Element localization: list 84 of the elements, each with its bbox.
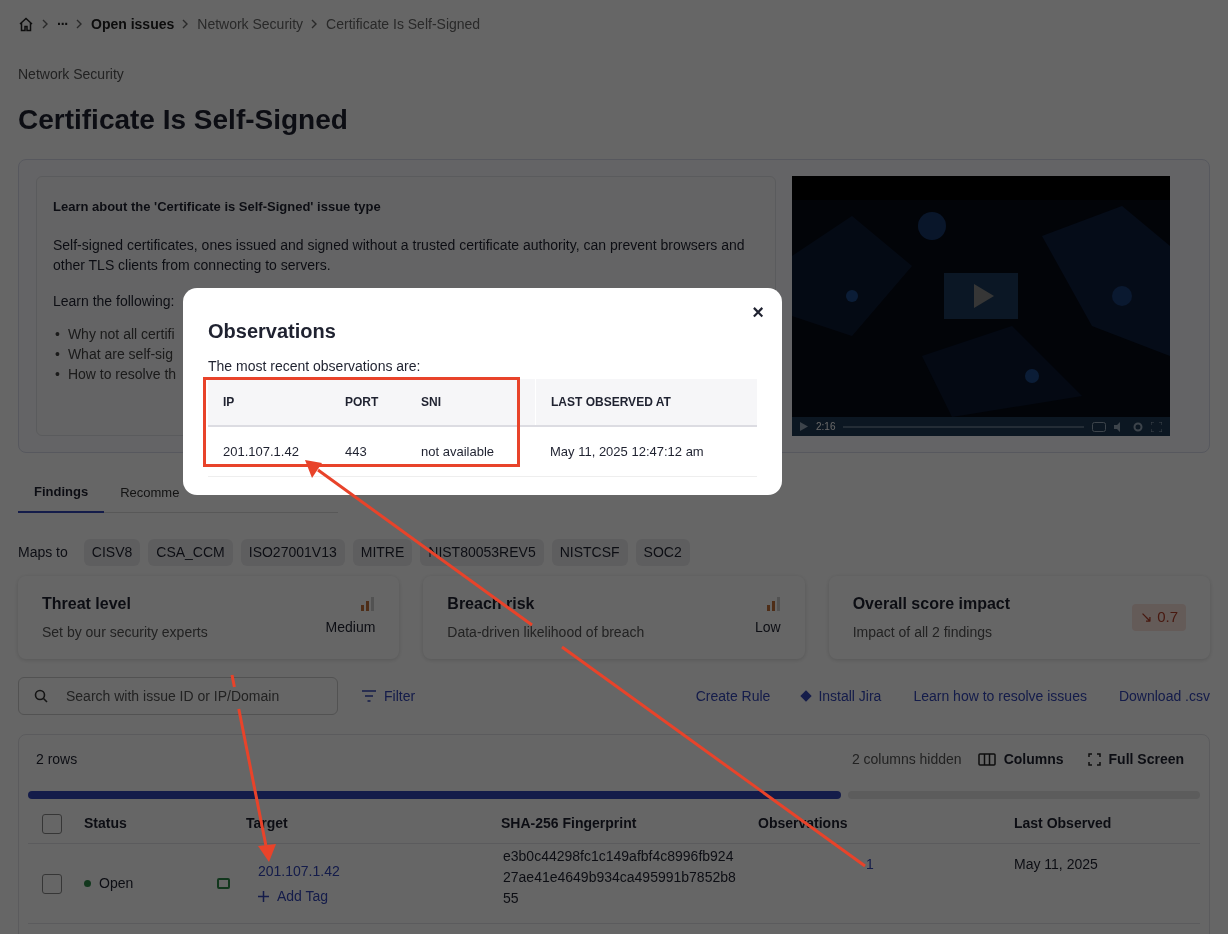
select-all-checkbox[interactable] (42, 813, 62, 834)
bullet-marker: • (54, 364, 60, 384)
dialog-title: Observations (208, 319, 337, 344)
breadcrumb-link[interactable]: Open issues (91, 13, 175, 35)
category-label: Network Security (18, 65, 125, 84)
framework-tag: NISTCSF (551, 539, 628, 566)
close-button[interactable]: × (752, 302, 764, 322)
page-title: Certificate Is Self-Signed (18, 103, 349, 137)
row-count: 2 rows (36, 749, 78, 769)
fullscreen-icon (1087, 752, 1101, 766)
score-badge: ↘ 0.7 (1131, 604, 1186, 631)
tab[interactable]: Findings (18, 473, 105, 513)
panel-icon[interactable] (217, 878, 230, 889)
columns-button[interactable]: Columns (977, 748, 1064, 770)
framework-tag: SOC2 (635, 539, 690, 566)
framework-tag: CSA_CCM (148, 539, 233, 566)
column-header: SNI (421, 394, 441, 411)
breadcrumb-current[interactable]: Certificate Is Self-Signed (326, 13, 481, 35)
card-title: Breach risk (447, 594, 536, 614)
learn-paragraph: Self-signed certificates, ones issued and signed without a trusted certificate authority, can prevent browsers and other TLS clients from connecting to servers. (53, 235, 746, 275)
full-screen-button[interactable]: Full Screen (1087, 748, 1184, 770)
plus-icon (258, 890, 269, 902)
card-title: Overall score impact (852, 594, 1012, 614)
bullet-marker: • (54, 344, 60, 364)
table-cell: May 11, 2025 (1014, 856, 1098, 872)
more-button[interactable]: ··· (57, 13, 68, 35)
home-icon[interactable] (18, 16, 34, 32)
table-cell: 201.107.1.42 (223, 443, 299, 459)
scroll-thumb[interactable] (28, 791, 841, 799)
search-field[interactable]: Search with issue ID or IP/Domain (18, 677, 338, 715)
card-subtitle: Set by our security experts (42, 623, 209, 642)
filter-icon (362, 690, 376, 702)
tab[interactable]: Recomme (104, 473, 196, 513)
bullet-item: What are self-sig (67, 344, 173, 364)
status-text: Open (99, 874, 134, 893)
search-icon (34, 689, 48, 703)
framework-tag: MITRE (352, 539, 413, 566)
framework-tag: CISV8 (83, 539, 141, 566)
card-subtitle: Data-driven likelihood of breach (447, 623, 646, 642)
play-icon[interactable] (800, 422, 808, 431)
columns-icon (977, 752, 996, 766)
action-link[interactable]: Learn how to resolve issues (913, 685, 1087, 707)
filter-button[interactable]: Filter (362, 685, 416, 707)
rating-value: Low (754, 618, 781, 637)
column-header: SHA-256 Fingerprint (500, 814, 638, 833)
column-header: IP (223, 394, 235, 411)
signal-bars-icon (361, 597, 376, 611)
table-cell: May 11, 2025 12:47:12 am (550, 443, 704, 459)
breadcrumb-link[interactable]: Network Security (197, 13, 304, 35)
chevron-icon (311, 19, 319, 29)
column-header: Status (83, 814, 128, 833)
hidden-columns-label: 2 columns hidden (851, 749, 962, 769)
signal-bars-icon (766, 597, 781, 611)
framework-tag: ISO27001V13 (240, 539, 345, 566)
action-link[interactable]: Create Rule (695, 685, 771, 707)
chevron-icon (76, 19, 83, 29)
column-header: Last Observed (1013, 814, 1113, 833)
settings-icon[interactable] (1133, 421, 1143, 432)
chevron-icon (182, 19, 190, 29)
fingerprint-cell-text: e3b0c44298fc1c149afbf4c8996fb92427ae41e4649b934ca495991b7852b855 (503, 847, 737, 908)
chevron-icon (42, 19, 49, 29)
action-link[interactable]: Install Jira (802, 685, 882, 707)
table-cell: not available (421, 443, 494, 459)
card-title: Threat level (42, 594, 132, 614)
action-link[interactable]: Download .csv (1118, 685, 1210, 707)
add-tag-link[interactable]: Add Tag (258, 885, 473, 907)
captions-icon[interactable] (1092, 421, 1106, 432)
dialog-intro: The most recent observations are: (208, 357, 422, 376)
video-time: 2:16 (816, 420, 836, 434)
bullet-item: How to resolve th (67, 364, 177, 384)
observations-link[interactable]: 1 (866, 856, 874, 872)
learn-heading: Learn about the 'Certificate is Self-Signed' issue type (53, 198, 382, 216)
bullet-marker: • (54, 324, 60, 344)
rating-value: Medium (325, 618, 376, 637)
table-cell: 443 (345, 443, 367, 459)
target-link[interactable]: 201.107.1.42 (258, 860, 473, 882)
row-checkbox[interactable] (42, 873, 62, 894)
learn-intro: Learn the following: (53, 291, 176, 311)
column-header: LAST OBSERVED AT (551, 394, 671, 411)
maps-to-label: Maps to (18, 543, 68, 562)
column-header: PORT (345, 394, 379, 411)
bullet-item: Why not all certifi (67, 324, 175, 344)
fullscreen-icon[interactable] (1151, 421, 1162, 432)
card-subtitle: Impact of all 2 findings (852, 623, 993, 642)
